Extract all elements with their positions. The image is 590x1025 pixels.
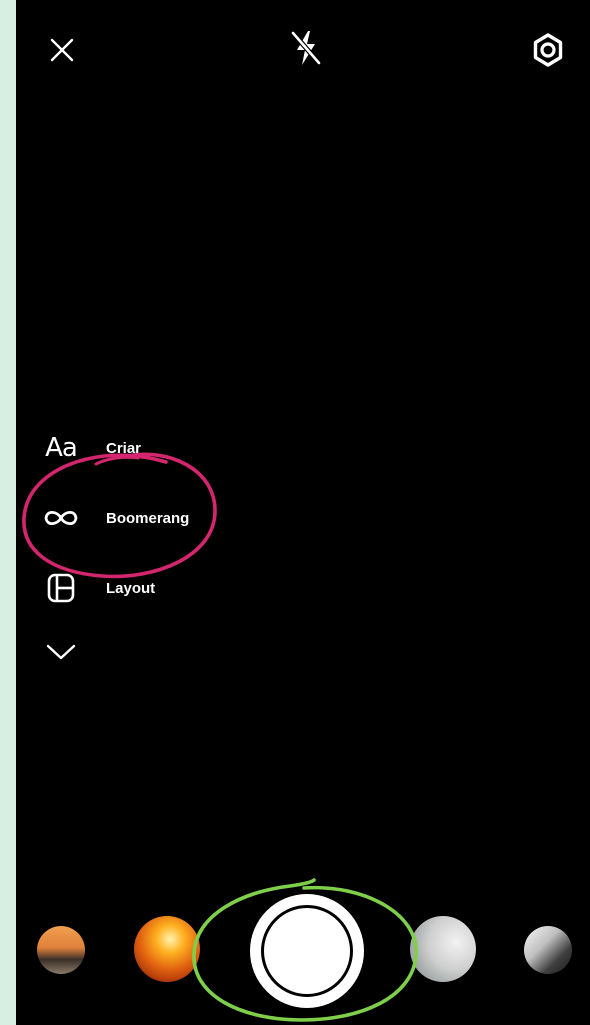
gallery-thumb-portrait[interactable] [410, 916, 476, 982]
gallery-thumb-beach[interactable] [37, 926, 85, 974]
layout-icon [38, 566, 84, 610]
gear-icon [533, 33, 563, 67]
shutter-inner-ring [261, 905, 353, 997]
menu-item-layout[interactable]: Layout [38, 566, 298, 610]
flash-toggle-button[interactable] [284, 26, 328, 70]
menu-item-label: Layout [106, 579, 156, 597]
chevron-down-icon [38, 630, 84, 674]
menu-item-boomerang[interactable]: Boomerang [38, 496, 298, 540]
infinity-icon [38, 496, 84, 540]
gallery-thumb-mono[interactable] [524, 926, 572, 974]
shutter-button[interactable] [250, 894, 364, 1008]
settings-button[interactable] [526, 28, 570, 72]
camera-screen: Aa Criar Boomerang Layout [16, 0, 590, 1025]
flash-off-icon [290, 30, 322, 66]
menu-more-button[interactable] [38, 630, 298, 674]
text-aa-glyph: Aa [45, 433, 78, 463]
gallery-thumb-fire[interactable] [134, 916, 200, 982]
close-icon [50, 38, 74, 62]
menu-item-create[interactable]: Aa Criar [38, 426, 298, 470]
text-aa-icon: Aa [38, 426, 84, 470]
menu-item-label: Boomerang [106, 509, 190, 527]
close-button[interactable] [40, 28, 84, 72]
menu-item-label: Criar [106, 439, 142, 457]
